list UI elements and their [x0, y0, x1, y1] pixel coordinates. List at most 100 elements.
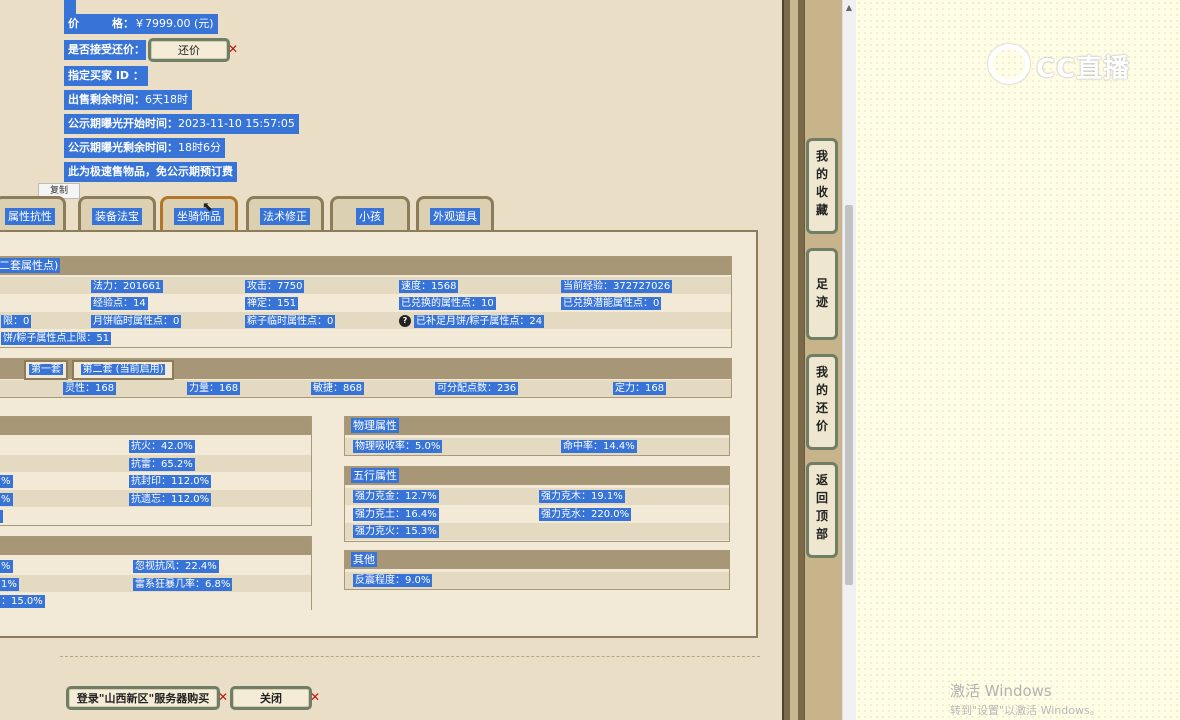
element-cell: 强力克水：220.0%	[539, 508, 632, 521]
stat-cell: 禅定：151	[245, 297, 299, 310]
scroll-up-arrow-icon[interactable]: ▲	[842, 0, 856, 16]
mouse-cursor-icon: ⬉	[202, 200, 213, 215]
ignore-cell: ：15.0%	[0, 595, 45, 608]
ignore-box: % 忽视抗风：22.4% 1% 雷系狂暴几率：6.8% ：15.0%	[0, 536, 312, 610]
element-cell: 强力克土：16.4%	[353, 508, 439, 521]
back-to-top-button[interactable]: 返回顶部	[806, 462, 838, 558]
favorites-button[interactable]: 我的收藏	[806, 138, 838, 234]
fast-sale-note: 此为极速售物品，免公示期预订费	[68, 165, 233, 178]
buyer-id-label: 指定买家 ID ：	[68, 69, 144, 82]
ignore-box-header	[0, 537, 311, 555]
stat-cell: 速度：1568	[399, 280, 459, 293]
price-row: 价 格：￥7999.00 (元)	[64, 14, 218, 34]
element-box-header: 五行属性	[345, 467, 729, 485]
tab-mount[interactable]: 坐骑饰品	[160, 196, 238, 232]
login-server-buy-button[interactable]: 登录"山西新区"服务器购买	[66, 686, 220, 710]
tab-equipment[interactable]: 装备法宝	[78, 196, 156, 232]
row-band	[0, 507, 311, 524]
windows-activation-title: 激活 Windows	[950, 682, 1052, 700]
stat-cell: 已兑换的属性点：10	[399, 297, 496, 310]
price-label: 价 格：	[68, 17, 134, 30]
resist-cell: %	[0, 475, 13, 488]
other-cell: 反震程度：9.0%	[353, 574, 433, 587]
tab-label: 属性抗性	[5, 208, 55, 225]
counter-offer-label: 是否接受还价：	[68, 43, 145, 56]
public-start-label: 公示期曝光开始时间：	[68, 117, 178, 130]
remaining-time-label: 出售剩余时间：	[68, 93, 145, 106]
windows-activation-subtitle: 转到"设置"以激活 Windows。	[950, 704, 1101, 717]
tab-child[interactable]: 小孩	[330, 196, 410, 232]
public-remaining-value: 18时6分	[178, 141, 221, 154]
ignore-cell: 雷系狂暴几率：6.8%	[133, 578, 233, 591]
resist-cell	[0, 510, 3, 523]
element-cell: 强力克木：19.1%	[539, 490, 625, 503]
background-area	[856, 0, 1180, 720]
public-remaining-label: 公示期曝光剩余时间：	[68, 141, 178, 154]
resist-cell: 抗封印：112.0%	[129, 475, 212, 488]
buyer-id-row: 指定买家 ID ：	[64, 66, 148, 86]
stat-cell: 敏捷：868	[311, 382, 365, 395]
stat-cell: 可分配点数：236	[435, 382, 519, 395]
other-box: 其他 反震程度：9.0%	[344, 550, 730, 590]
page-border	[782, 0, 804, 720]
resist-cell: %	[0, 493, 13, 506]
fast-sale-row: 此为极速售物品，免公示期预订费	[64, 162, 237, 182]
info-row-top-cut	[64, 0, 76, 14]
public-start-value: 2023-11-10 15:57:05	[178, 117, 295, 130]
resist-cell: 抗遗忘：112.0%	[129, 493, 212, 506]
stat-cell: 限：0	[1, 315, 32, 328]
price-value: ￥7999.00 (元)	[134, 17, 214, 30]
resist-box-header	[0, 417, 311, 435]
stat-cell: 定力：168	[613, 382, 667, 395]
stat-cell: 当前经验：372727026	[561, 280, 673, 293]
remaining-time-value: 6天18时	[145, 93, 188, 106]
physical-box-header: 物理属性	[345, 417, 729, 435]
footprint-button[interactable]: 足迹	[806, 248, 838, 340]
stat-cell: 法力：201661	[91, 280, 164, 293]
stat-cell: 已兑换潜能属性点：0	[561, 297, 662, 310]
public-remaining-row: 公示期曝光剩余时间：18时6分	[64, 138, 225, 158]
element-box: 五行属性 强力克金：12.7% 强力克木：19.1% 强力克土：16.4% 强力…	[344, 466, 730, 542]
close-x-icon: ✕	[228, 42, 239, 56]
element-cell: 强力克火：15.3%	[353, 525, 439, 538]
close-button[interactable]: 关闭	[230, 686, 312, 710]
my-offers-button[interactable]: 我的还价	[806, 354, 838, 450]
page-border-inner	[790, 0, 798, 720]
stat-cell: 已补足月饼/粽子属性点：24	[414, 315, 545, 328]
counter-offer-row: 是否接受还价：	[64, 40, 146, 60]
resist-cell: 抗火：42.0%	[129, 440, 195, 453]
tab-label: 法术修正	[260, 208, 310, 225]
resist-cell: 抗雷：65.2%	[129, 458, 195, 471]
tab-attributes[interactable]: 属性抗性	[0, 196, 66, 232]
counter-offer-button[interactable]: 还价	[148, 38, 230, 62]
close-x-icon: ✕	[310, 690, 321, 704]
help-icon[interactable]: ?	[399, 315, 411, 327]
ignore-cell: 1%	[0, 578, 19, 591]
scrollbar-thumb[interactable]	[845, 205, 853, 585]
physical-cell: 命中率：14.4%	[561, 440, 637, 453]
tab-label: 外观道具	[430, 208, 480, 225]
physical-cell: 物理吸收率：5.0%	[353, 440, 443, 453]
stat-cell: 力量：168	[187, 382, 241, 395]
tab-set-one[interactable]: 第一套	[24, 360, 68, 380]
stat-cell: 粽子临时属性点：0	[245, 315, 336, 328]
remaining-time-row: 出售剩余时间：6天18时	[64, 90, 192, 110]
stat-cell: 饼/粽子属性点上限：51	[1, 332, 112, 345]
tab-spell[interactable]: 法术修正	[246, 196, 324, 232]
ignore-cell: %	[0, 560, 13, 573]
divider	[60, 656, 760, 657]
tab-label: 装备法宝	[92, 208, 142, 225]
stat-cell: 攻击：7750	[245, 280, 305, 293]
close-x-icon: ✕	[218, 690, 229, 704]
public-start-row: 公示期曝光开始时间：2023-11-10 15:57:05	[64, 114, 299, 134]
tab-appearance[interactable]: 外观道具	[416, 196, 494, 232]
stat-cell: 月饼临时属性点：0	[91, 315, 182, 328]
tab-set-two[interactable]: 第二套 (当前启用)	[72, 360, 174, 380]
stat-cell: 经验点：14	[91, 297, 148, 310]
resist-box: 抗火：42.0% 抗雷：65.2% % 抗封印：112.0% % 抗遗忘：112…	[0, 416, 312, 526]
row-band	[0, 593, 311, 610]
other-box-header: 其他	[345, 551, 729, 569]
attribute-box-header: 二套属性点)	[0, 257, 731, 275]
element-cell: 强力克金：12.7%	[353, 490, 439, 503]
ignore-cell: 忽视抗风：22.4%	[133, 560, 219, 573]
